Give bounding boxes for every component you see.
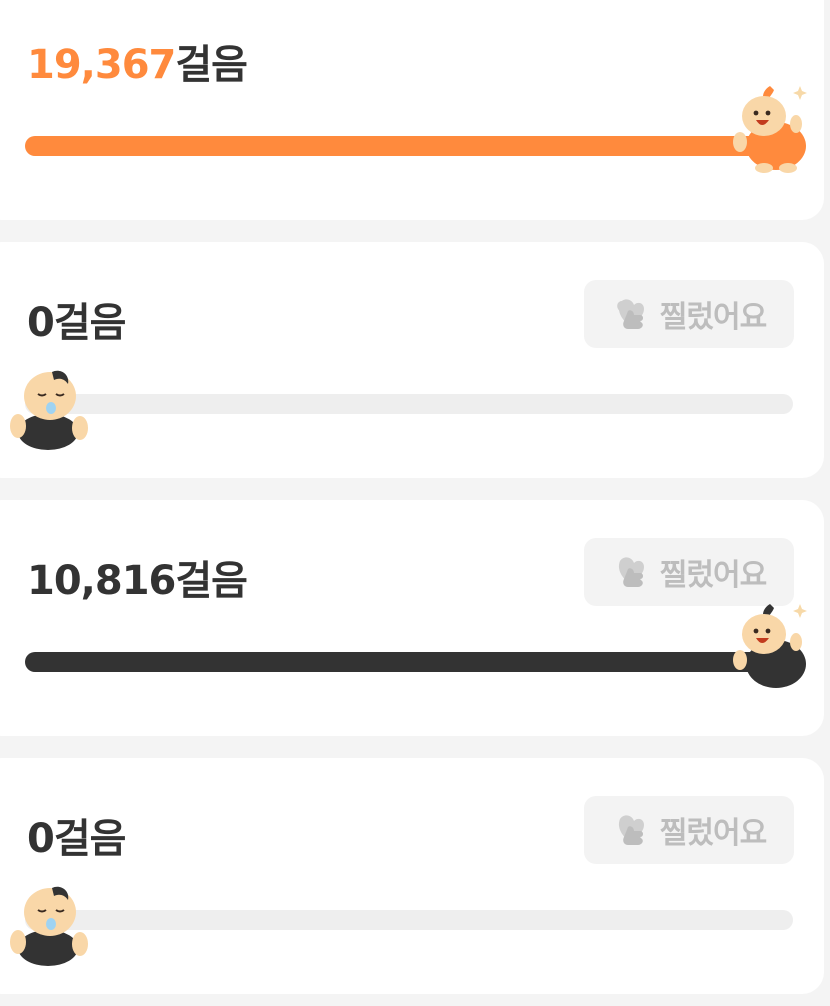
step-count: 19,367걸음: [27, 32, 248, 90]
step-count: 10,816걸음: [27, 548, 248, 606]
step-count-number: 19,367: [27, 42, 176, 88]
progress-fill: [25, 136, 793, 156]
friend-step-card: 10,816걸음 찔렀어요: [0, 500, 824, 736]
progress-track: [25, 652, 793, 672]
sleeping-baby-mascot-icon: [10, 886, 88, 966]
cheering-mascot-dark-icon: [733, 604, 807, 688]
poke-button[interactable]: 찔렀어요: [584, 796, 794, 864]
poke-hand-icon: [618, 557, 644, 587]
step-unit: 걸음: [175, 42, 248, 88]
friend-step-card: 0걸음 찔렀어요: [0, 242, 824, 478]
poke-button[interactable]: 찔렀어요: [584, 280, 794, 348]
progress-fill: [25, 652, 793, 672]
progress-track: [25, 910, 793, 930]
step-unit: 걸음: [175, 558, 248, 604]
progress-track: [25, 136, 793, 156]
friend-step-card: 0걸음 찔렀어요: [0, 758, 824, 994]
my-step-card: 19,367걸음: [0, 0, 824, 220]
sleeping-baby-mascot-icon: [10, 370, 88, 450]
cheering-mascot-orange-icon: [733, 86, 807, 173]
poke-hand-icon: [618, 815, 644, 845]
step-count-number: 0: [27, 816, 55, 862]
step-unit: 걸음: [53, 816, 127, 862]
step-unit: 걸음: [53, 300, 127, 346]
progress-track: [25, 394, 793, 414]
step-count: 0걸음: [27, 290, 127, 348]
poke-button[interactable]: 찔렀어요: [584, 538, 794, 606]
step-count-number: 10,816: [27, 558, 176, 604]
poke-button-label: 찔렀어요: [659, 559, 767, 592]
poke-hand-icon: [617, 299, 644, 329]
poke-button-label: 찔렀어요: [659, 817, 767, 850]
poke-button-label: 찔렀어요: [659, 301, 767, 334]
step-count-number: 0: [27, 300, 55, 346]
step-count: 0걸음: [27, 806, 127, 864]
